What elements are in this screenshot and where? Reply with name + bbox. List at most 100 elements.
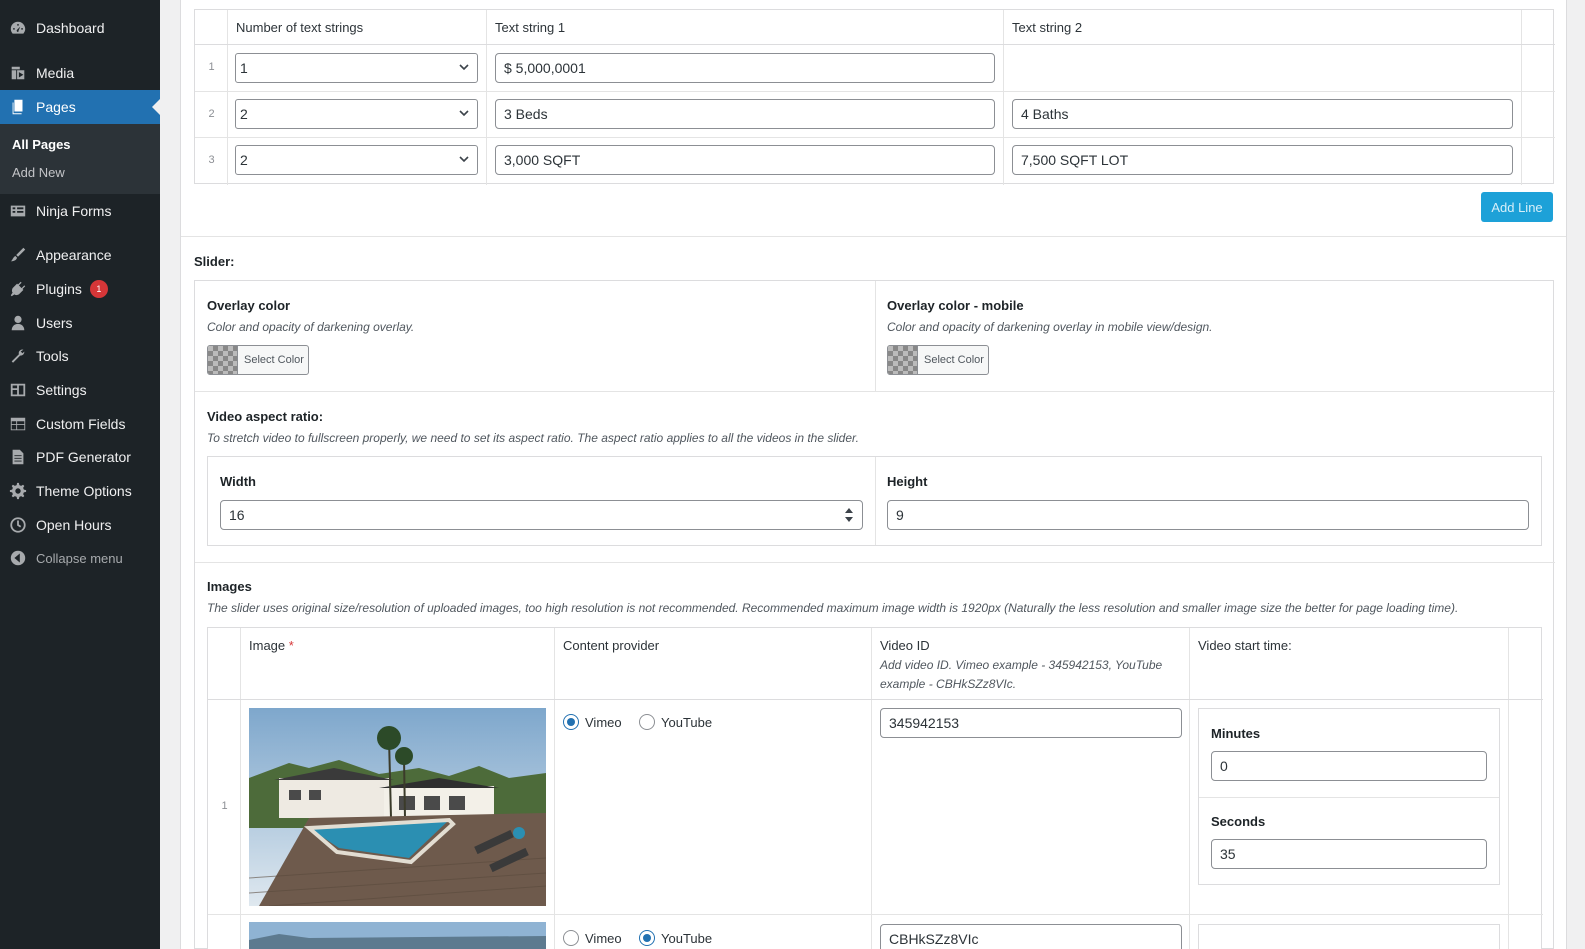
menu-appearance[interactable]: Appearance [0,238,160,272]
pages-icon [8,97,28,117]
menu-plugins[interactable]: Plugins 1 [0,272,160,306]
slide-image-thumbnail[interactable] [249,922,546,949]
string-count-select[interactable]: 2 [235,145,478,175]
media-icon [8,63,28,83]
text-string-2-input[interactable]: 7,500 SQFT LOT [1012,145,1513,175]
images-table: Image * Content provider Video ID Add vi… [207,627,1543,949]
collapse-menu-button[interactable]: Collapse menu [0,541,160,575]
menu-tools[interactable]: Tools [0,339,160,373]
menu-pdf-generator[interactable]: PDF Generator [0,440,160,474]
video-id-input[interactable]: CBHkSZz8VIc [880,924,1182,949]
menu-ninja-forms[interactable]: Ninja Forms [0,194,160,228]
provider-youtube-label[interactable]: YouTube [661,931,712,946]
overlay-color-mobile-label: Overlay color - mobile [887,298,1024,313]
text-strings-table: Number of text strings Text string 1 Tex… [194,9,1555,185]
minutes-input[interactable]: 0 [1211,751,1487,781]
collapse-icon [8,548,28,568]
slider-fields-box: Overlay color Color and opacity of darke… [194,280,1555,949]
menu-label: Tools [36,348,69,364]
provider-vimeo-label[interactable]: Vimeo [585,931,622,946]
aspect-ratio-group: Width 16 Height 9 [207,456,1542,546]
string-count-select[interactable]: 1 [235,53,478,83]
color-swatch [208,346,238,374]
row-number: 2 [208,108,215,120]
provider-youtube-radio[interactable] [639,930,655,946]
header-video-id: Video ID [880,638,930,653]
height-label: Height [887,474,928,489]
menu-media[interactable]: Media [0,56,160,90]
menu-dashboard[interactable]: Dashboard [0,11,160,45]
minutes-label: Minutes [1211,726,1261,741]
forms-icon [8,201,28,221]
menu-pages[interactable]: Pages [0,90,160,124]
provider-youtube-label[interactable]: YouTube [661,715,712,730]
submenu-add-new[interactable]: Add New [12,165,65,180]
menu-label: Pages [36,99,76,115]
overlay-select-color-button[interactable]: Select Color [207,345,309,375]
provider-vimeo-radio[interactable] [563,930,579,946]
main-content: Number of text strings Text string 1 Tex… [160,0,1585,949]
house-pool-photo [249,708,546,906]
seconds-input[interactable]: 35 [1211,839,1487,869]
settings-icon [8,380,28,400]
video-aspect-ratio-label: Video aspect ratio: [207,409,324,424]
width-number-input[interactable]: 16 [220,500,863,530]
plug-icon [8,279,28,299]
stepper-arrows-icon[interactable] [844,506,854,524]
string-count-select[interactable]: 2 [235,99,478,129]
menu-open-hours[interactable]: Open Hours [0,508,160,542]
menu-users[interactable]: Users [0,306,160,340]
menu-label: Media [36,65,75,81]
header-text-string-2: Text string 2 [1012,20,1083,35]
menu-custom-fields[interactable]: Custom Fields [0,407,160,441]
height-number-input[interactable]: 9 [887,500,1529,530]
overlay-mobile-select-color-button[interactable]: Select Color [887,345,989,375]
menu-theme-options[interactable]: Theme Options [0,474,160,508]
menu-label: Users [36,315,73,331]
menu-label: Collapse menu [36,550,123,566]
menu-label: Custom Fields [36,416,126,432]
table-icon [8,414,28,434]
chevron-down-icon [459,156,469,163]
overlay-color-description: Color and opacity of darkening overlay. [207,320,415,334]
video-id-description: Add video ID. Vimeo example - 345942153,… [880,658,1163,691]
chevron-down-icon [459,64,469,71]
text-string-1-input[interactable]: 3,000 SQFT [495,145,995,175]
pages-submenu: All Pages Add New [0,124,160,194]
row-number: 1 [221,800,228,812]
provider-vimeo-radio[interactable] [563,714,579,730]
slider-section-title: Slider: [194,254,235,269]
slide-image-thumbnail[interactable] [249,708,546,906]
seconds-label: Seconds [1211,814,1266,829]
update-count-badge: 1 [89,280,108,298]
text-string-2-input[interactable]: 4 Baths [1012,99,1513,129]
video-start-time-group [1198,924,1500,949]
color-swatch [888,346,918,374]
images-description: The slider uses original size/resolution… [207,601,1459,615]
header-content-provider: Content provider [563,638,660,653]
dashboard-icon [8,18,28,38]
landscape-photo [249,922,546,949]
video-id-input[interactable]: 345942153 [880,708,1182,738]
document-icon [8,447,28,467]
menu-settings[interactable]: Settings [0,373,160,407]
header-video-start-time: Video start time: [1198,638,1292,653]
gear-icon [8,481,28,501]
row-number: 1 [208,61,215,73]
text-string-1-input[interactable]: 3 Beds [495,99,995,129]
menu-label: Theme Options [36,483,132,499]
header-text-string-1: Text string 1 [495,20,566,35]
add-line-button[interactable]: Add Line [1481,192,1553,222]
menu-label: Plugins [36,281,82,297]
text-string-1-input[interactable]: $ 5,000,0001 [495,53,995,83]
submenu-all-pages[interactable]: All Pages [12,137,71,152]
overlay-color-mobile-description: Color and opacity of darkening overlay i… [887,320,1213,334]
provider-vimeo-label[interactable]: Vimeo [585,715,622,730]
brush-icon [8,245,28,265]
edit-panel: Number of text strings Text string 1 Tex… [180,0,1567,949]
clock-icon [8,515,28,535]
header-number-of-strings: Number of text strings [236,20,364,35]
provider-youtube-radio[interactable] [639,714,655,730]
menu-label: Settings [36,382,87,398]
menu-label: Dashboard [36,20,105,36]
